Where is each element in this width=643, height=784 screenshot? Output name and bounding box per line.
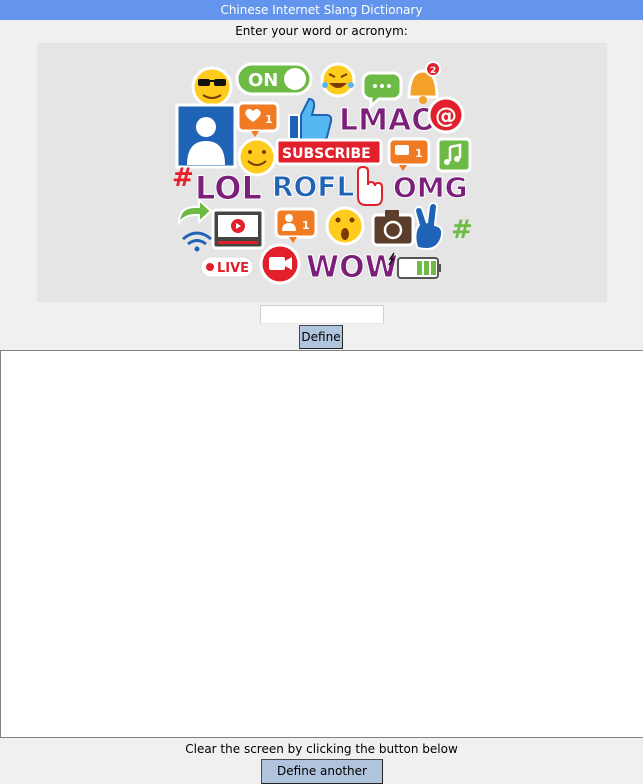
pointer-hand-icon [357, 165, 383, 206]
on-sticker-text: ON [248, 70, 278, 91]
lmao-sticker-text: LMAO [339, 103, 437, 138]
at-sign-icon: @ [427, 96, 465, 134]
notification-count: 2 [430, 66, 436, 76]
hash-sticker-text: # [172, 163, 194, 193]
omg-sticker-text: OMG [393, 171, 468, 204]
comment-badge-icon: 1 [387, 137, 431, 171]
lol-sticker-text: LOL [195, 169, 262, 207]
definition-output-area[interactable] [0, 350, 643, 738]
clear-instruction-label: Clear the screen by clicking the button … [185, 742, 458, 756]
comment-count: 1 [415, 147, 423, 160]
notification-bell-icon: 2 [407, 61, 441, 104]
hash-sticker-text-2: # [451, 215, 473, 245]
profile-avatar-icon [175, 103, 237, 169]
like-heart-icon: 1 [236, 101, 280, 137]
chat-bubble-icon [361, 71, 403, 110]
word-input[interactable] [260, 305, 384, 324]
friend-count: 1 [302, 219, 310, 232]
window-title-bar: Chinese Internet Slang Dictionary [0, 0, 643, 20]
define-button[interactable]: Define [299, 325, 343, 349]
define-another-word-button[interactable]: Define another word! [261, 759, 383, 784]
subscribe-sticker-text: SUBSCRIBE [282, 146, 371, 162]
word-prompt-label: Enter your word or acronym: [235, 24, 408, 38]
laughing-emoji-icon [320, 62, 356, 98]
window-title: Chinese Internet Slang Dictionary [220, 3, 423, 17]
music-note-icon [436, 137, 472, 173]
video-player-icon [211, 208, 265, 250]
live-badge-icon: LIVE [200, 256, 254, 278]
camera-icon [371, 210, 415, 247]
thumbs-up-icon [288, 97, 333, 141]
at-sign-text: @ [435, 104, 457, 129]
peace-hand-icon [413, 201, 444, 251]
sunglasses-emoji-icon [191, 66, 233, 108]
friend-request-icon: 1 [274, 207, 318, 243]
on-toggle-icon: ON [235, 62, 313, 96]
live-sticker-text: LIVE [217, 261, 249, 276]
video-call-icon [259, 243, 301, 285]
surprised-emoji-icon [325, 206, 365, 246]
slang-sticker-banner: ON 2 1 LMAO @ SUBSCRIBE 1 # LOL ROFL OMG… [37, 43, 607, 302]
subscribe-sticker-icon: SUBSCRIBE [275, 138, 383, 166]
rofl-sticker-text: ROFL [272, 170, 354, 203]
like-count: 1 [265, 113, 273, 126]
wow-sticker-text: WOW [306, 250, 398, 285]
wifi-icon [182, 231, 212, 252]
